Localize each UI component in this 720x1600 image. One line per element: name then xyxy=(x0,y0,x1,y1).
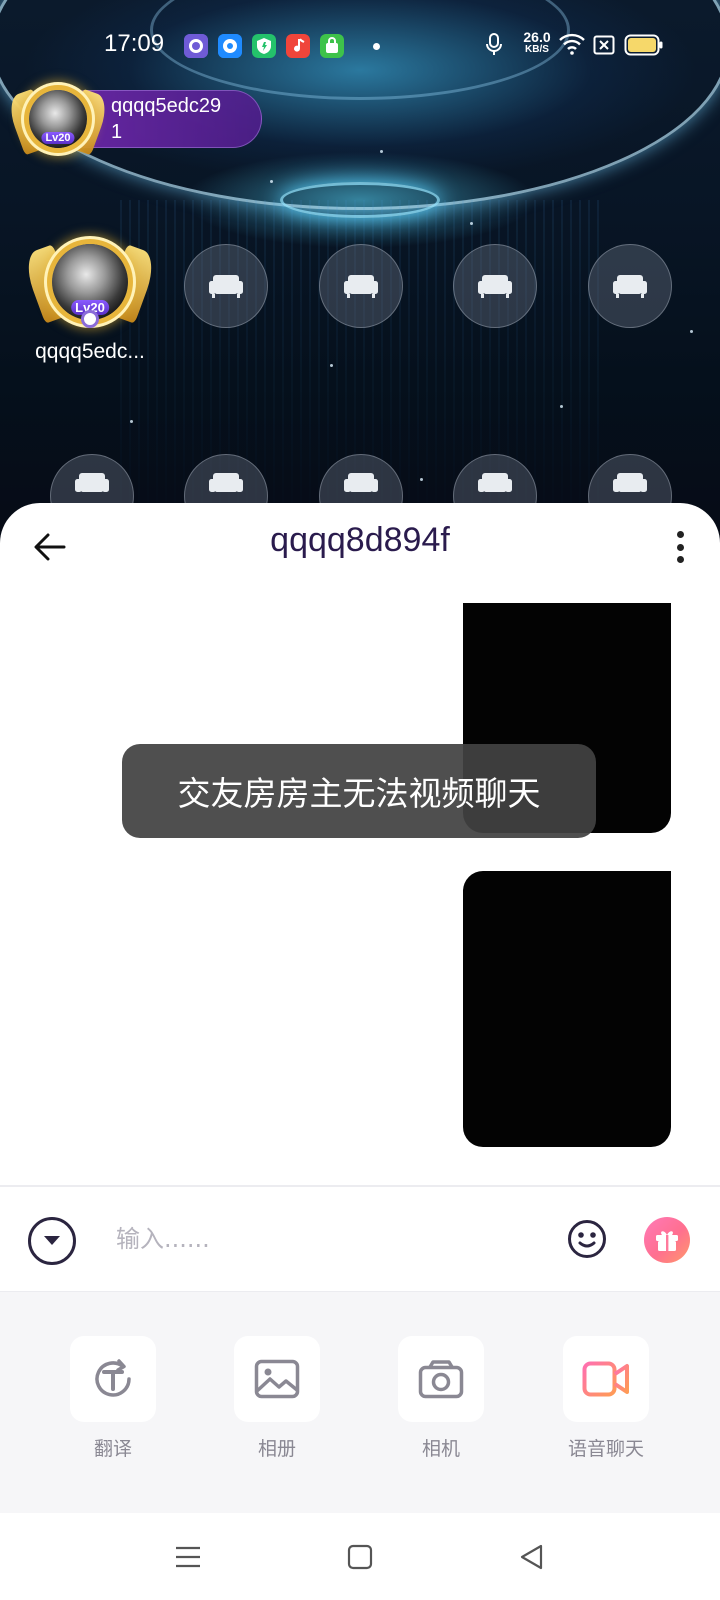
message-video-thumbnail-2[interactable] xyxy=(463,871,671,1147)
gear-icon xyxy=(81,310,99,328)
tool-camera-tile xyxy=(398,1336,484,1422)
camera-icon xyxy=(418,1360,464,1399)
sofa-icon xyxy=(75,473,109,492)
tool-album[interactable]: 相册 xyxy=(234,1336,320,1461)
chat-title: qqqq8d894f xyxy=(270,521,450,559)
status-time: 17:09 xyxy=(104,30,165,57)
tool-voice-chat-label: 语音聊天 xyxy=(567,1438,644,1460)
sim-blocked-icon xyxy=(593,34,615,60)
star xyxy=(330,364,333,367)
sofa-icon xyxy=(344,275,378,298)
sofa-icon xyxy=(613,275,647,298)
host-avatar[interactable]: Lv20 xyxy=(4,80,112,160)
status-bar: 17:09 26.0 KB/S xyxy=(0,24,720,64)
star xyxy=(130,420,133,423)
tool-camera-label: 相机 xyxy=(421,1438,460,1460)
host-sub-text: 1 xyxy=(111,121,123,143)
back-nav-button[interactable] xyxy=(512,1537,552,1577)
sofa-icon xyxy=(478,275,512,298)
home-square-icon xyxy=(347,1544,373,1570)
gift-button[interactable] xyxy=(644,1217,690,1263)
emoji-button[interactable] xyxy=(567,1219,607,1259)
gift-icon xyxy=(656,1231,678,1251)
more-vertical-icon-dot xyxy=(676,543,684,551)
star xyxy=(690,330,693,333)
network-speed-unit: KB/S xyxy=(525,44,549,55)
music-app-icon xyxy=(286,34,310,58)
network-speed: 26.0 KB/S xyxy=(520,30,554,55)
wifi-icon xyxy=(558,32,586,60)
sofa-icon xyxy=(478,473,512,492)
tool-translate-label: 翻译 xyxy=(93,1438,132,1460)
star xyxy=(420,478,423,481)
message-input-bar xyxy=(0,1187,720,1291)
app-notification-icon-1 xyxy=(184,34,208,58)
private-chat-sheet: qqqq8d894f 交友房房主无法视频聊天 翻译 xyxy=(0,503,720,1600)
sofa-icon xyxy=(209,275,243,298)
sofa-icon xyxy=(209,473,243,492)
owner-seat-name: qqqq5edc... xyxy=(35,340,145,363)
host-level-badge: Lv20 xyxy=(41,132,75,144)
more-options-button[interactable] xyxy=(666,527,694,567)
video-call-icon xyxy=(582,1361,629,1397)
star xyxy=(470,222,473,225)
tool-voice-chat-tile xyxy=(563,1336,649,1422)
toast-message: 交友房房主无法视频聊天 xyxy=(122,744,596,838)
empty-seat-4[interactable] xyxy=(453,244,537,328)
tool-album-tile xyxy=(234,1336,320,1422)
empty-seat-2[interactable] xyxy=(184,244,268,328)
tool-album-label: 相册 xyxy=(257,1438,296,1460)
more-vertical-icon-dot xyxy=(676,556,684,563)
empty-seat-5[interactable] xyxy=(588,244,672,328)
star xyxy=(270,180,273,183)
tool-camera[interactable]: 相机 xyxy=(398,1336,484,1461)
battery-icon xyxy=(624,33,664,61)
host-name: qqqq5edc29 xyxy=(111,95,222,117)
translate-icon xyxy=(95,1359,131,1397)
image-icon xyxy=(254,1359,300,1399)
empty-seat-3[interactable] xyxy=(319,244,403,328)
microphone-icon xyxy=(484,32,504,62)
message-input[interactable] xyxy=(116,1211,536,1267)
home-button[interactable] xyxy=(340,1537,380,1577)
tool-translate-tile xyxy=(70,1336,156,1422)
star xyxy=(380,150,383,153)
owner-seat[interactable]: Lv20 xyxy=(20,228,160,336)
tool-voice-chat[interactable]: 语音聊天 xyxy=(563,1336,649,1461)
more-vertical-icon xyxy=(676,531,684,538)
system-navigation-bar xyxy=(0,1513,720,1600)
stage-glow-ring xyxy=(280,182,440,218)
menu-icon xyxy=(176,1546,200,1568)
tool-translate[interactable]: 翻译 xyxy=(70,1336,156,1461)
collapse-panel-button[interactable] xyxy=(28,1217,76,1265)
smiley-icon xyxy=(568,1220,606,1258)
menu-button[interactable] xyxy=(168,1537,208,1577)
app-notification-icon-2 xyxy=(218,34,242,58)
back-triangle-icon xyxy=(520,1544,543,1570)
shield-app-icon xyxy=(252,34,276,58)
chevron-down-circle-icon xyxy=(44,1236,60,1245)
more-notifications-dot xyxy=(373,43,380,50)
sofa-icon xyxy=(344,473,378,492)
store-app-icon xyxy=(320,34,344,58)
chat-header: qqqq8d894f xyxy=(0,503,720,587)
star xyxy=(560,405,563,408)
sofa-icon xyxy=(613,473,647,492)
tools-panel: 翻译 相册 相机 语音聊天 xyxy=(0,1291,720,1513)
network-speed-value: 26.0 xyxy=(523,29,551,45)
